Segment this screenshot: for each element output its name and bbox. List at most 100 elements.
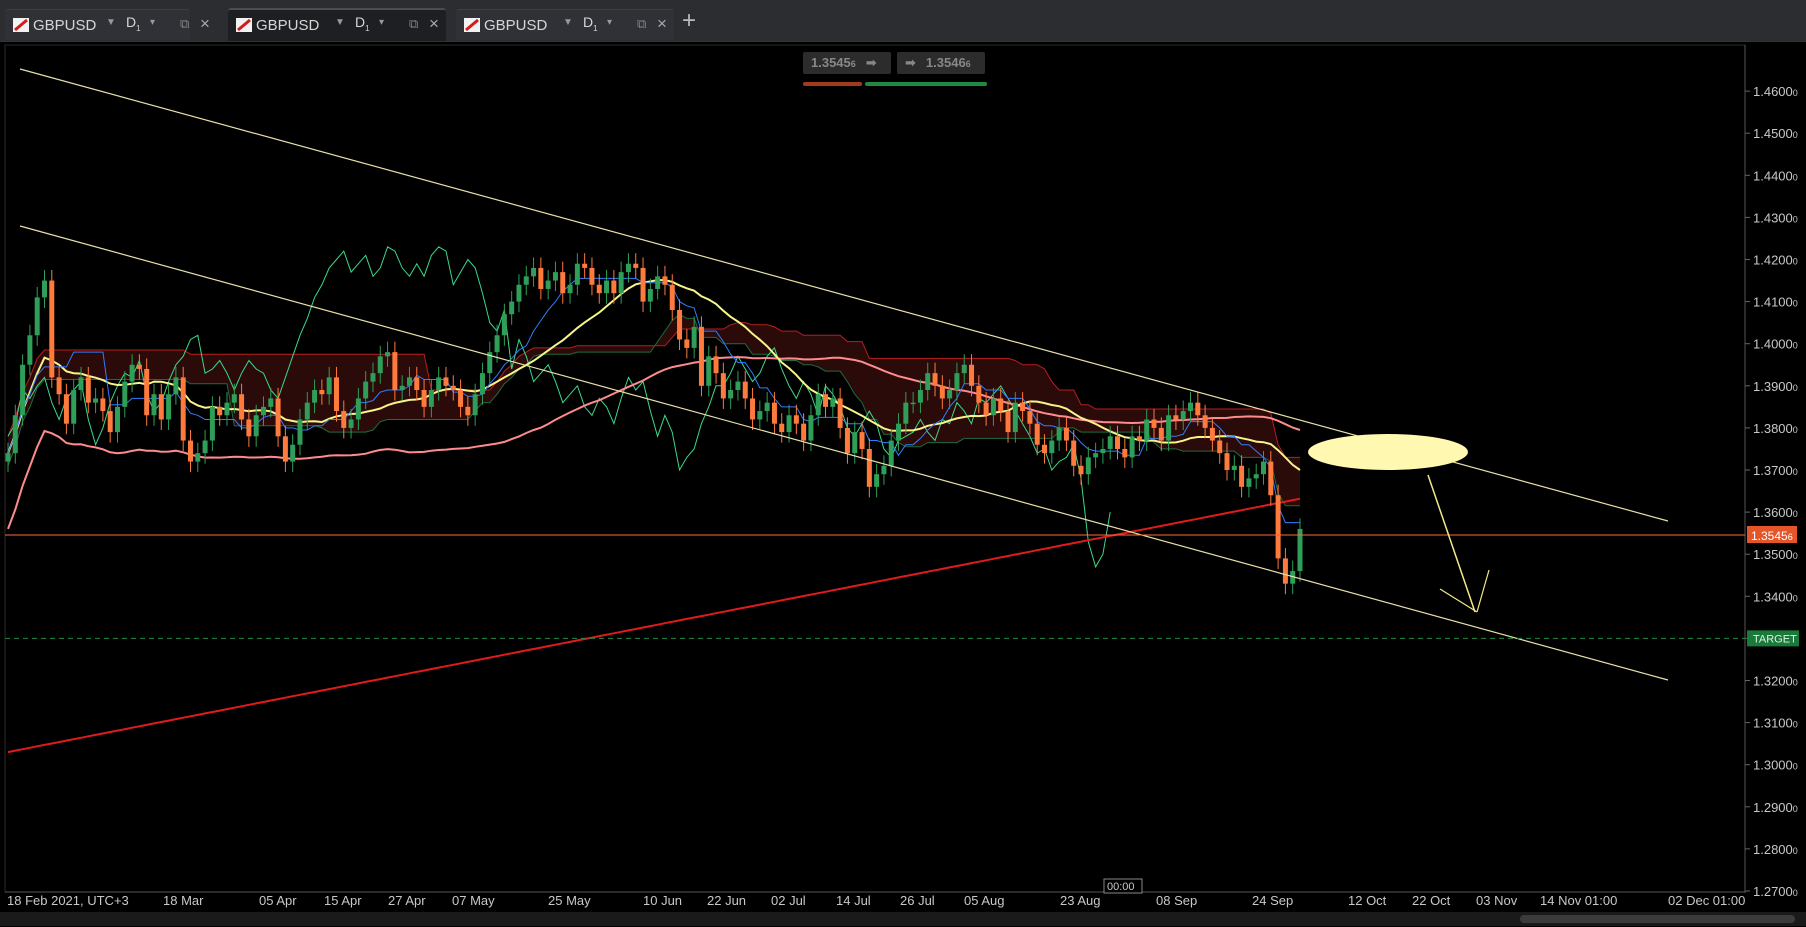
candle-body bbox=[501, 314, 507, 336]
candle-body bbox=[180, 377, 186, 441]
candle-body bbox=[925, 373, 931, 391]
candle-body bbox=[786, 415, 792, 433]
detach-icon[interactable]: ⧉ bbox=[180, 16, 189, 32]
candle-body bbox=[1188, 402, 1194, 412]
candle-body bbox=[1129, 436, 1135, 458]
candle-body bbox=[954, 373, 960, 391]
candle-body bbox=[385, 352, 391, 357]
candle-body bbox=[1034, 423, 1040, 445]
close-icon[interactable]: × bbox=[200, 14, 210, 34]
chevron-down-icon[interactable]: ▾ bbox=[379, 17, 384, 28]
chart-tab-3[interactable]: GBPUSD ▼ D1 ▾ ⧉ × bbox=[456, 9, 674, 40]
time-tick-label: 03 Nov bbox=[1476, 893, 1518, 908]
chevron-down-icon[interactable]: ▼ bbox=[106, 17, 116, 28]
sell-quote-button[interactable]: 1.35456 ➡ bbox=[803, 52, 891, 74]
price-tick-label-small: 0 bbox=[1793, 425, 1798, 435]
price-tick-label-small: 0 bbox=[1793, 341, 1798, 351]
price-tick-label-small: 0 bbox=[1793, 551, 1798, 561]
time-tick-label: 18 Mar bbox=[163, 893, 204, 908]
chevron-down-icon[interactable]: ▼ bbox=[335, 17, 345, 28]
candle-body bbox=[1107, 436, 1113, 449]
candle-body bbox=[888, 440, 894, 466]
candle-body bbox=[720, 373, 726, 399]
chevron-down-icon[interactable]: ▼ bbox=[563, 17, 573, 28]
candle-body bbox=[874, 474, 880, 487]
candle-body bbox=[56, 377, 62, 395]
time-tick-label: 26 Jul bbox=[900, 893, 935, 908]
candle-body bbox=[844, 427, 850, 454]
tab-symbol-label: GBPUSD bbox=[33, 17, 97, 34]
candle-body bbox=[224, 402, 230, 416]
candle-body bbox=[801, 423, 807, 441]
chart-tab-2[interactable]: GBPUSD ▼ D1 ▾ ⧉ × bbox=[228, 8, 446, 42]
time-tick-label: 10 Jun bbox=[643, 893, 682, 908]
price-tick-label-small: 0 bbox=[1793, 88, 1798, 98]
candle-body bbox=[282, 436, 288, 462]
candle-body bbox=[1173, 415, 1179, 420]
candle-body bbox=[1282, 558, 1288, 584]
tab-symbol-label: GBPUSD bbox=[256, 17, 320, 34]
time-tick-label: 15 Apr bbox=[324, 893, 362, 908]
candle-body bbox=[253, 415, 259, 437]
price-tick-label-small: 0 bbox=[1793, 762, 1798, 772]
candle-body bbox=[34, 297, 40, 336]
candle-body bbox=[209, 406, 215, 441]
time-tick-label: 14 Nov 01:00 bbox=[1540, 893, 1617, 908]
candle-body bbox=[1020, 402, 1026, 412]
senkou-span-b-line bbox=[7, 322, 1300, 458]
candle-body bbox=[684, 339, 690, 348]
price-tick-label-small: 0 bbox=[1793, 130, 1798, 140]
candle-body bbox=[516, 284, 522, 302]
price-tick-label-small: 0 bbox=[1793, 593, 1798, 603]
symbol-flag-icon bbox=[13, 18, 29, 32]
candle-body bbox=[633, 263, 639, 268]
price-tick-label: 1.31000 bbox=[1753, 716, 1798, 731]
candle-body bbox=[713, 356, 719, 374]
add-tab-button[interactable]: + bbox=[682, 7, 696, 35]
detach-icon[interactable]: ⧉ bbox=[637, 16, 646, 32]
time-tick-label: 27 Apr bbox=[388, 893, 426, 908]
candle-body bbox=[304, 402, 310, 420]
tab-symbol-label: GBPUSD bbox=[484, 17, 548, 34]
plot-border bbox=[4, 44, 1746, 893]
close-icon[interactable]: × bbox=[429, 14, 439, 34]
time-tick-label: 05 Apr bbox=[259, 893, 297, 908]
candle-body bbox=[582, 263, 588, 268]
candle-body bbox=[1166, 415, 1172, 441]
candle-body bbox=[677, 310, 683, 340]
candle-body bbox=[509, 301, 515, 315]
time-tick-label: 22 Jun bbox=[707, 893, 746, 908]
candle-body bbox=[49, 280, 55, 378]
price-tick-label-small: 0 bbox=[1793, 678, 1798, 688]
detach-icon[interactable]: ⧉ bbox=[409, 16, 418, 32]
chevron-down-icon[interactable]: ▾ bbox=[150, 17, 155, 28]
chart-tab-1[interactable]: GBPUSD ▼ D1 ▾ ⧉ × bbox=[5, 9, 210, 40]
price-tick-label-small: 0 bbox=[1793, 172, 1798, 182]
chevron-down-icon[interactable]: ▾ bbox=[607, 17, 612, 28]
timeframe-label[interactable]: D1 bbox=[355, 14, 370, 33]
candle-body bbox=[1151, 419, 1157, 428]
price-tick-label: 1.30000 bbox=[1753, 758, 1798, 773]
timeframe-label[interactable]: D1 bbox=[583, 14, 598, 33]
price-tick-label: 1.35000 bbox=[1753, 547, 1798, 562]
price-chart[interactable]: 1.46000 1.45000 1.44000 1.43000 1.42000 1.410… bbox=[0, 42, 1806, 927]
chart-area[interactable]: 1.46000 1.45000 1.44000 1.43000 1.42000 1.410… bbox=[0, 41, 1806, 927]
candle-body bbox=[1122, 448, 1128, 458]
candle-body bbox=[596, 284, 602, 294]
candle-body bbox=[779, 423, 785, 433]
candle-body bbox=[1078, 465, 1084, 475]
close-icon[interactable]: × bbox=[657, 14, 667, 34]
candle-body bbox=[260, 406, 266, 416]
candle-body bbox=[903, 402, 909, 424]
scrollbar-thumb[interactable] bbox=[1520, 915, 1795, 923]
candle-body bbox=[1268, 461, 1274, 496]
price-tick-label-small: 0 bbox=[1793, 720, 1798, 730]
candle-body bbox=[136, 364, 142, 369]
buy-quote-button[interactable]: ➡ 1.35466 bbox=[897, 52, 985, 74]
timeframe-label[interactable]: D1 bbox=[126, 14, 141, 33]
candle-body bbox=[750, 398, 756, 420]
price-tick-label: 1.36000 bbox=[1753, 505, 1798, 520]
arrow-right-icon: ➡ bbox=[905, 55, 916, 70]
price-tick-label: 1.38000 bbox=[1753, 421, 1798, 436]
candle-body bbox=[246, 419, 252, 437]
